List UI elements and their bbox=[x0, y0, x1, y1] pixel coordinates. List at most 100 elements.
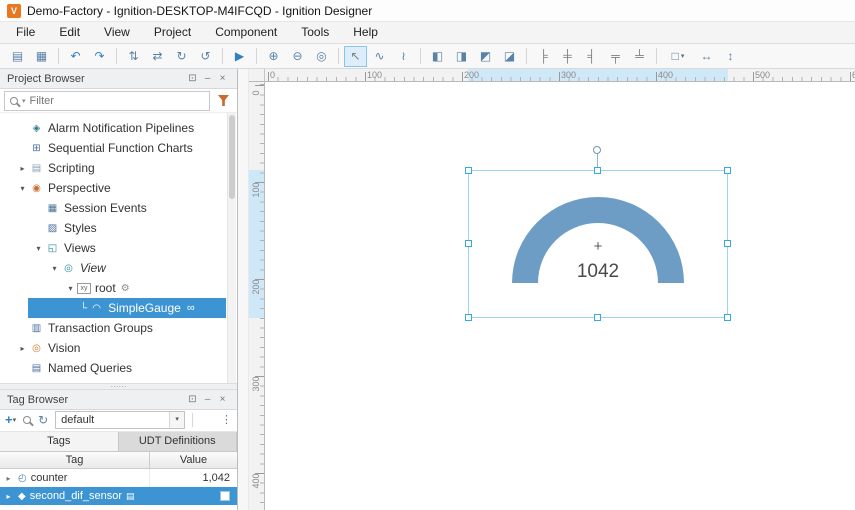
zoom-out-button[interactable]: ⊖ bbox=[286, 46, 309, 67]
vision-icon: ◎ bbox=[29, 343, 44, 354]
ruler-label: 400 bbox=[251, 471, 261, 491]
expand-arrow-icon[interactable]: ▾ bbox=[32, 244, 45, 253]
menu-view[interactable]: View bbox=[92, 22, 142, 43]
rotate-clockwise-button[interactable]: ↻ bbox=[170, 46, 193, 67]
resize-handle-nw[interactable] bbox=[465, 167, 472, 174]
rotation-handle[interactable] bbox=[593, 146, 601, 154]
minimize-panel-icon[interactable]: – bbox=[200, 394, 215, 405]
redo-button[interactable]: ↷ bbox=[88, 46, 111, 67]
float-panel-icon[interactable]: ⊡ bbox=[185, 394, 200, 405]
menu-tools[interactable]: Tools bbox=[289, 22, 341, 43]
resize-handle-sw[interactable] bbox=[465, 314, 472, 321]
ruler-label: 0 bbox=[270, 70, 275, 80]
ruler-corner bbox=[249, 69, 265, 82]
tree-item-scripting[interactable]: ▸ ▤ Scripting bbox=[0, 158, 226, 178]
menu-component[interactable]: Component bbox=[203, 22, 289, 43]
boolean-checkbox[interactable] bbox=[220, 491, 230, 501]
tree-item-session-events[interactable]: ▦ Session Events bbox=[0, 198, 226, 218]
align-center-button[interactable]: ╪ bbox=[556, 46, 579, 67]
tree-item-sequential-function-charts[interactable]: ⊞ Sequential Function Charts bbox=[0, 138, 226, 158]
tree-item-views[interactable]: ▾ ◱ Views bbox=[0, 238, 226, 258]
tree-item-label: Styles bbox=[64, 221, 97, 235]
match-height-icon: ↕ bbox=[728, 49, 734, 63]
expand-arrow-icon[interactable]: ▾ bbox=[16, 184, 29, 193]
column-tag[interactable]: Tag bbox=[0, 452, 150, 469]
resize-handle-w[interactable] bbox=[465, 240, 472, 247]
tag-row-second-dif-sensor[interactable]: ▸ ◆ second_dif_sensor ▤ bbox=[0, 487, 237, 505]
preview-mode-button[interactable]: ▶ bbox=[228, 46, 251, 67]
tab-tags[interactable]: Tags bbox=[0, 432, 119, 451]
align-top-button[interactable]: ╤ bbox=[604, 46, 627, 67]
match-width-button[interactable]: ↔ bbox=[695, 46, 718, 67]
tree-item-transaction-groups[interactable]: ▥ Transaction Groups bbox=[0, 318, 226, 338]
align-bottom-button[interactable]: ╧ bbox=[628, 46, 651, 67]
polyline-tool-button[interactable]: ≀ bbox=[392, 46, 415, 67]
float-panel-icon[interactable]: ⊡ bbox=[185, 73, 200, 84]
tag-search-icon[interactable] bbox=[23, 416, 31, 424]
filter-options-icon[interactable] bbox=[218, 95, 229, 106]
minimize-panel-icon[interactable]: – bbox=[200, 73, 215, 84]
flip-horizontal-button[interactable]: ⇄ bbox=[146, 46, 169, 67]
align-left-button[interactable]: ╞ bbox=[532, 46, 555, 67]
refresh-icon[interactable]: ↻ bbox=[38, 413, 48, 427]
expand-arrow-icon[interactable]: ▾ bbox=[64, 284, 77, 293]
menu-edit[interactable]: Edit bbox=[47, 22, 92, 43]
view-canvas[interactable]: + 1042 bbox=[265, 82, 855, 510]
tag-provider-select[interactable]: default ▾ bbox=[55, 411, 185, 429]
filter-searchbox[interactable]: ▾ bbox=[4, 91, 210, 111]
simplegauge-component-selection[interactable]: + 1042 bbox=[468, 170, 728, 318]
close-panel-icon[interactable]: × bbox=[215, 394, 230, 405]
tree-scrollbar[interactable] bbox=[227, 113, 236, 383]
collapse-arrow-icon[interactable]: ▸ bbox=[16, 344, 29, 353]
send-to-back-button[interactable]: ◪ bbox=[498, 46, 521, 67]
tree-item-named-queries[interactable]: ▤ Named Queries bbox=[0, 358, 226, 378]
match-height-button[interactable]: ↕ bbox=[719, 46, 742, 67]
shapes-dropdown[interactable]: □▾ bbox=[662, 46, 694, 67]
add-tag-button[interactable]: +▾ bbox=[5, 412, 16, 427]
tree-item-view[interactable]: ▾ ◎ View bbox=[0, 258, 226, 278]
save-button[interactable]: ▤ bbox=[6, 46, 29, 67]
send-backward-button[interactable]: ◨ bbox=[450, 46, 473, 67]
expander-icon[interactable]: ▸ bbox=[3, 492, 14, 501]
save-all-button[interactable]: ▦ bbox=[30, 46, 53, 67]
tree-item-perspective[interactable]: ▾ ◉ Perspective bbox=[0, 178, 226, 198]
align-top-icon: ╤ bbox=[611, 49, 620, 63]
menu-project[interactable]: Project bbox=[142, 22, 203, 43]
tag-row-counter[interactable]: ▸ ◴ counter 1,042 bbox=[0, 469, 237, 487]
filter-input[interactable] bbox=[30, 95, 204, 107]
bring-forward-button[interactable]: ◧ bbox=[426, 46, 449, 67]
more-options-icon[interactable]: ⋮ bbox=[221, 413, 232, 426]
resize-handle-s[interactable] bbox=[594, 314, 601, 321]
selection-tool-button[interactable]: ↖ bbox=[344, 46, 367, 67]
tag-browser-toolbar: +▾ ↻ default ▾ ⋮ bbox=[0, 408, 237, 432]
zoom-actual-button[interactable]: ◎ bbox=[310, 46, 333, 67]
tree-item-vision[interactable]: ▸ ◎ Vision bbox=[0, 338, 226, 358]
tab-udt-definitions[interactable]: UDT Definitions bbox=[119, 432, 238, 451]
flip-vertical-button[interactable]: ⇅ bbox=[122, 46, 145, 67]
resize-handle-e[interactable] bbox=[724, 240, 731, 247]
tree-item-simplegauge[interactable]: └ ◠ SimpleGauge ∞ bbox=[0, 298, 226, 318]
tag-table-header: Tag Value bbox=[0, 452, 237, 469]
tree-item-root[interactable]: ▾ xy root ⚙ bbox=[0, 278, 226, 298]
tree-item-styles[interactable]: ▨ Styles bbox=[0, 218, 226, 238]
align-right-button[interactable]: ╡ bbox=[580, 46, 603, 67]
tag-value[interactable]: 1,042 bbox=[150, 472, 237, 484]
rotate-counterclockwise-button[interactable]: ↺ bbox=[194, 46, 217, 67]
column-value[interactable]: Value bbox=[150, 452, 237, 469]
resize-handle-n[interactable] bbox=[594, 167, 601, 174]
scrollbar-thumb[interactable] bbox=[229, 115, 235, 199]
zoom-in-button[interactable]: ⊕ bbox=[262, 46, 285, 67]
menu-help[interactable]: Help bbox=[341, 22, 390, 43]
curve-tool-button[interactable]: ∿ bbox=[368, 46, 391, 67]
tree-item-alarm-notification-pipelines[interactable]: ◈ Alarm Notification Pipelines bbox=[0, 118, 226, 138]
panel-splitter[interactable]: ······ bbox=[0, 383, 237, 390]
resize-handle-se[interactable] bbox=[724, 314, 731, 321]
close-panel-icon[interactable]: × bbox=[215, 73, 230, 84]
bring-to-front-button[interactable]: ◩ bbox=[474, 46, 497, 67]
collapse-arrow-icon[interactable]: ▸ bbox=[16, 164, 29, 173]
expand-arrow-icon[interactable]: ▾ bbox=[48, 264, 61, 273]
expander-icon[interactable]: ▸ bbox=[3, 474, 14, 483]
undo-button[interactable]: ↶ bbox=[64, 46, 87, 67]
menu-file[interactable]: File bbox=[4, 22, 47, 43]
resize-handle-ne[interactable] bbox=[724, 167, 731, 174]
